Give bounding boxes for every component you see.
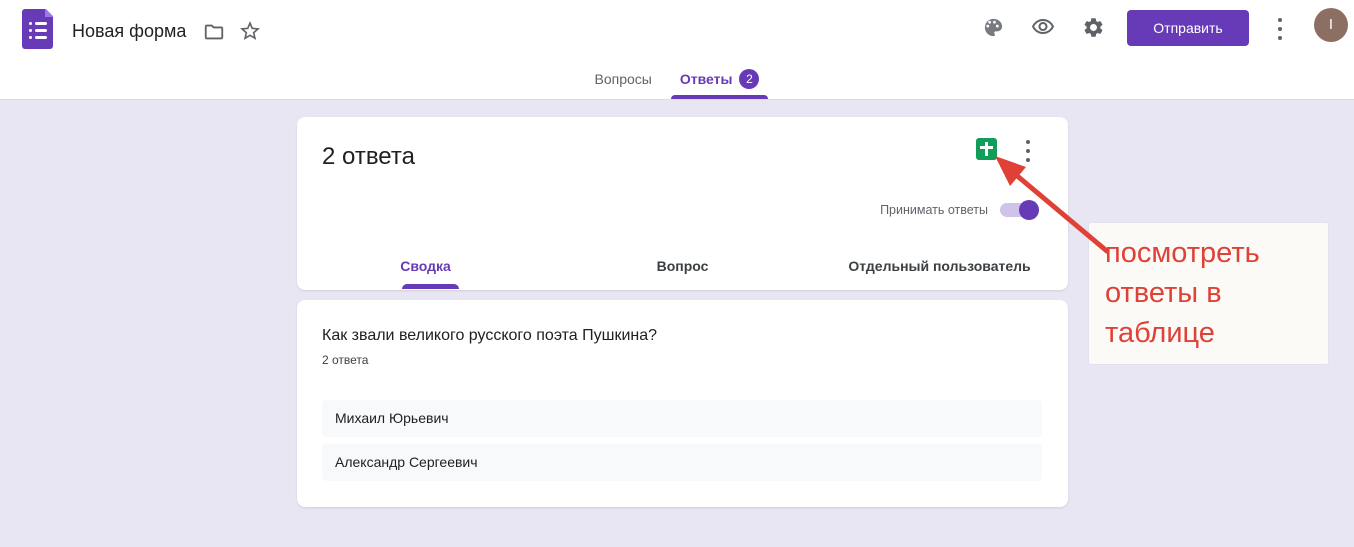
app-header: Новая форма Отправить I Вопросы Ответы 2 xyxy=(0,0,1354,100)
star-icon[interactable] xyxy=(238,19,262,48)
answer-row: Михаил Юрьевич xyxy=(322,400,1042,437)
tab-question-label: Вопрос xyxy=(657,258,709,274)
theme-palette-icon[interactable] xyxy=(982,16,1005,44)
accepting-responses-label: Принимать ответы xyxy=(880,203,988,217)
responses-view-tabs: Сводка Вопрос Отдельный пользователь xyxy=(297,242,1068,290)
tab-summary[interactable]: Сводка xyxy=(297,242,554,290)
answer-row: Александр Сергеевич xyxy=(322,444,1042,481)
active-tab-underline xyxy=(671,95,769,99)
logo-list-glyph xyxy=(29,22,47,43)
accepting-responses-control: Принимать ответы xyxy=(880,203,1037,217)
tab-summary-label: Сводка xyxy=(400,258,451,274)
avatar[interactable]: I xyxy=(1314,8,1348,42)
tab-questions-label: Вопросы xyxy=(595,71,652,87)
sheets-icon[interactable] xyxy=(976,138,997,160)
annotation-line: посмотреть xyxy=(1105,233,1328,273)
question-answers-count: 2 ответа xyxy=(322,353,368,367)
active-subtab-underline xyxy=(402,284,459,289)
tab-individual[interactable]: Отдельный пользователь xyxy=(811,242,1068,290)
more-options-icon[interactable] xyxy=(1278,15,1282,42)
form-main-tabs: Вопросы Ответы 2 xyxy=(0,59,1354,99)
logo-fold xyxy=(45,9,53,17)
form-title[interactable]: Новая форма xyxy=(72,21,186,42)
question-summary-card: Как звали великого русского поэта Пушкин… xyxy=(297,300,1068,507)
tab-question[interactable]: Вопрос xyxy=(554,242,811,290)
responses-count-title: 2 ответа xyxy=(322,143,415,171)
annotation-note: посмотреть ответы в таблице xyxy=(1089,223,1328,364)
tab-individual-label: Отдельный пользователь xyxy=(848,258,1030,274)
responses-summary-card: 2 ответа Принимать ответы Сводка Вопрос … xyxy=(297,117,1068,290)
preview-eye-icon[interactable] xyxy=(1031,15,1055,44)
accepting-responses-toggle[interactable] xyxy=(1000,203,1037,217)
responses-kebab-menu-icon[interactable] xyxy=(1026,137,1030,164)
annotation-line: ответы в xyxy=(1105,273,1328,313)
move-to-folder-icon[interactable] xyxy=(203,21,225,48)
tab-answers-label: Ответы xyxy=(680,71,733,87)
settings-gear-icon[interactable] xyxy=(1082,16,1105,44)
send-button[interactable]: Отправить xyxy=(1127,10,1249,46)
question-text: Как звали великого русского поэта Пушкин… xyxy=(322,327,657,345)
tab-answers[interactable]: Ответы 2 xyxy=(671,59,769,99)
annotation-line: таблице xyxy=(1105,313,1328,353)
google-forms-logo-icon[interactable] xyxy=(22,9,53,49)
answers-count-badge: 2 xyxy=(739,69,759,89)
toggle-knob xyxy=(1019,200,1039,220)
tab-questions[interactable]: Вопросы xyxy=(586,59,661,99)
